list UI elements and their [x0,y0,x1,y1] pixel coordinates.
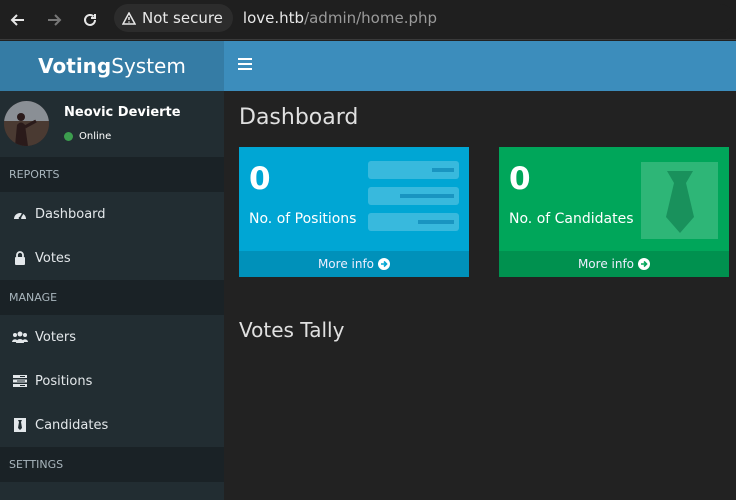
arrow-circle-right-icon [378,258,391,270]
online-indicator-icon [64,132,73,141]
votes-tally-title: Votes Tally [239,318,345,342]
avatar [4,101,49,146]
browser-toolbar: Not secure love.htb/admin/home.php [0,0,736,40]
sidebar-item-label: Candidates [35,417,109,433]
positions-summary-box: 0 No. of Positions More info [239,147,469,277]
positions-label: No. of Positions [249,211,357,227]
sidebar-header-settings: SETTINGS [0,447,224,482]
user-panel: Neovic Devierte Online [0,91,224,157]
app-logo[interactable]: Voting System [0,41,224,91]
forward-icon[interactable] [42,8,66,32]
logo-rest-text: System [111,54,186,78]
sidebar-item-votes[interactable]: Votes [0,236,224,280]
back-icon[interactable] [6,8,30,32]
list-icon [368,161,460,237]
lock-icon [12,250,28,266]
status-label: Online [79,131,112,142]
tie-icon [641,162,719,244]
candidate-icon [12,417,28,433]
sidebar-header-reports: REPORTS [0,157,224,192]
reload-icon[interactable] [78,8,102,32]
page-title: Dashboard [239,105,359,130]
more-info-label: More info [317,257,375,271]
candidates-summary-box: 0 No. of Candidates More info [499,147,729,277]
sidebar-item-positions[interactable]: Positions [0,359,224,403]
url-path: /admin/home.php [304,9,438,27]
sidebar-item-voters[interactable]: Voters [0,315,224,359]
sidebar-item-label: Dashboard [35,206,106,222]
arrow-circle-right-icon [638,258,651,270]
top-navbar [224,41,736,91]
sidebar: Neovic Devierte Online REPORTS Dashboard… [0,91,224,500]
sidebar-item-label: Positions [35,373,93,389]
security-indicator[interactable]: Not secure [114,4,233,32]
url-host: love.htb [242,9,305,27]
candidates-count: 0 [509,161,531,197]
sidebar-item-label: Votes [35,250,71,266]
candidates-more-info-link[interactable]: More info [499,251,729,277]
positions-count: 0 [249,161,271,197]
more-info-label: More info [577,257,635,271]
logo-bold-text: Voting [38,54,112,78]
security-label: Not secure [142,9,223,27]
url-text[interactable]: love.htb/admin/home.php [243,9,437,27]
sidebar-header-manage: MANAGE [0,280,224,315]
sidebar-toggle-icon[interactable] [238,58,252,72]
dashboard-icon [12,206,28,222]
list-icon [12,373,28,389]
warning-icon [122,11,136,25]
sidebar-item-candidates[interactable]: Candidates [0,403,224,447]
user-name: Neovic Devierte [64,105,181,120]
positions-more-info-link[interactable]: More info [239,251,469,277]
main-content: Dashboard 0 No. of Positions More info 0… [224,91,736,500]
sidebar-item-dashboard[interactable]: Dashboard [0,192,224,236]
candidates-label: No. of Candidates [509,211,634,227]
user-status: Online [64,131,111,142]
sidebar-item-label: Voters [35,329,77,345]
users-icon [12,329,28,345]
address-bar[interactable]: Not secure love.htb/admin/home.php [114,4,734,32]
